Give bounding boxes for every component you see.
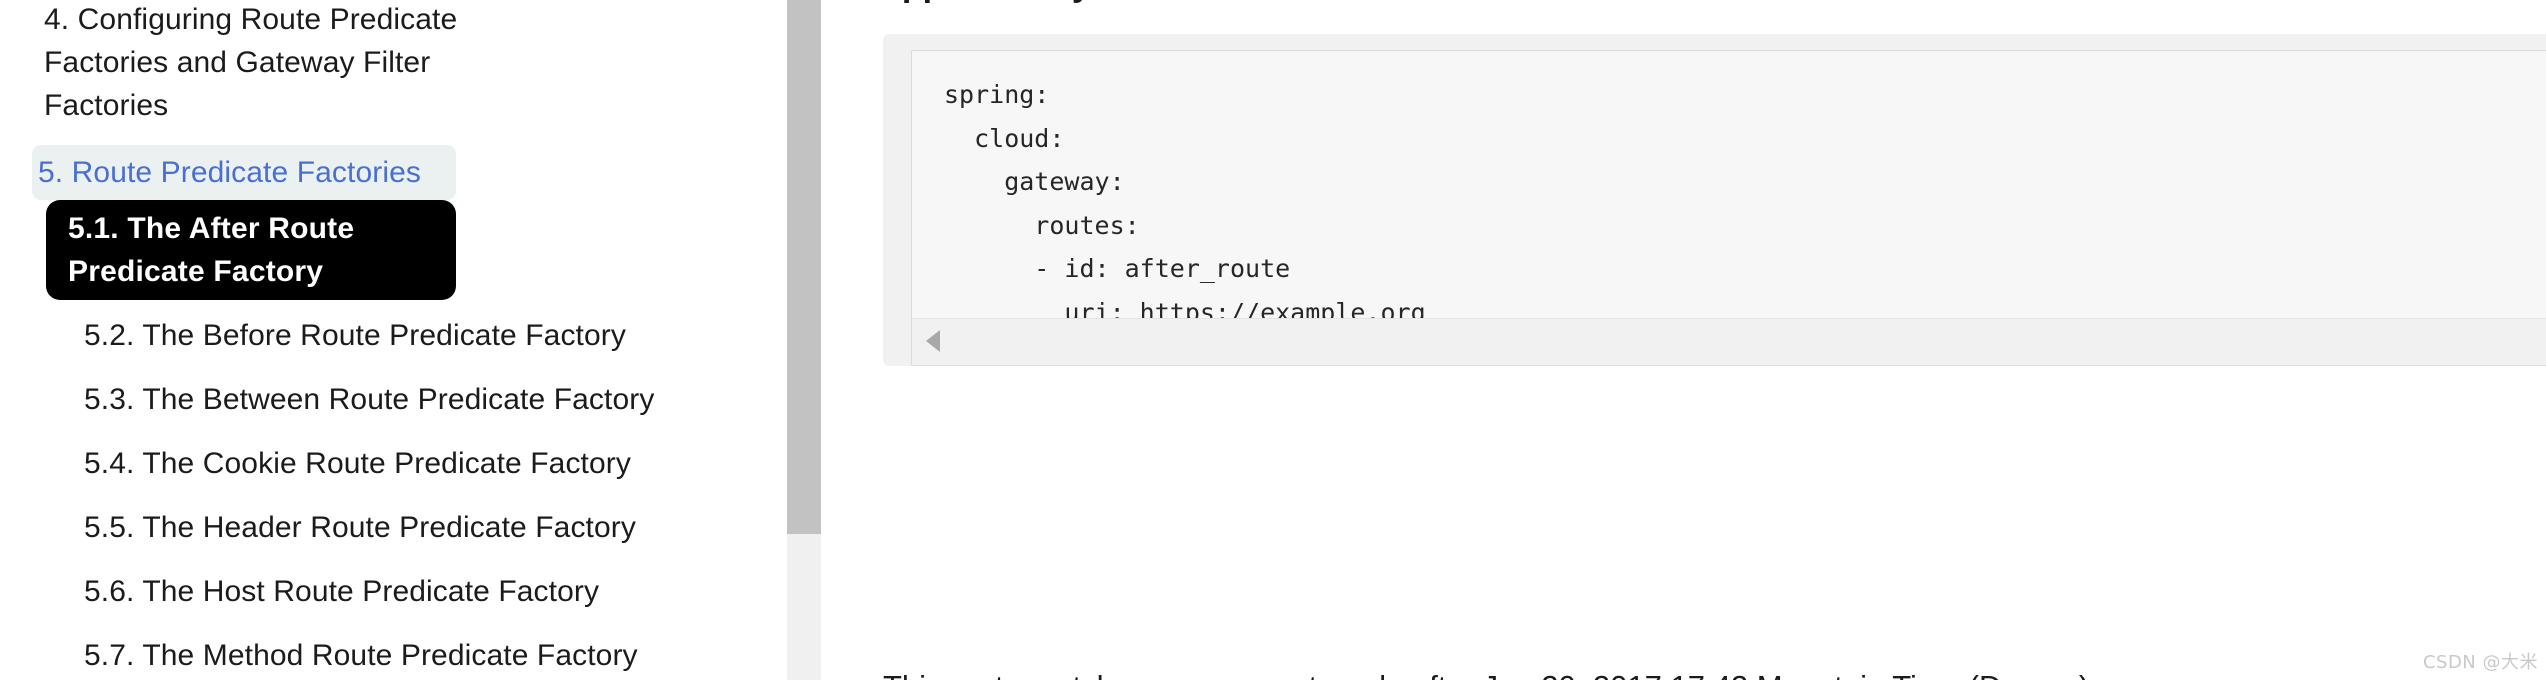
csdn-watermark: CSDN @大米 bbox=[2422, 652, 2538, 673]
toc-list: 4. Configuring Route Predicate Factories… bbox=[0, 0, 786, 680]
code-line: routes: bbox=[944, 210, 1140, 240]
code-horizontal-scrollbar[interactable] bbox=[912, 318, 2546, 366]
sidebar-item-between-route-predicate-factory[interactable]: 5.3. The Between Route Predicate Factory bbox=[62, 371, 776, 428]
toc-gap bbox=[0, 556, 786, 563]
vertical-scrollbar-thumb[interactable] bbox=[787, 0, 821, 534]
toc-gap bbox=[0, 428, 786, 435]
toc-gap bbox=[0, 133, 786, 145]
section-heading: application.yml bbox=[883, 0, 1131, 5]
sidebar-item-host-route-predicate-factory[interactable]: 5.6. The Host Route Predicate Factory bbox=[62, 563, 776, 620]
code-listing-panel: spring: cloud: gateway: routes: - id: af… bbox=[883, 34, 2546, 366]
documentation-page: 4. Configuring Route Predicate Factories… bbox=[0, 0, 2546, 680]
code-line: cloud: bbox=[944, 123, 1065, 153]
sidebar-toc: 4. Configuring Route Predicate Factories… bbox=[0, 0, 786, 680]
toc-gap bbox=[0, 620, 786, 627]
sidebar-item-method-route-predicate-factory[interactable]: 5.7. The Method Route Predicate Factory bbox=[62, 627, 776, 680]
code-line: gateway: bbox=[944, 167, 1125, 196]
toc-gap bbox=[0, 300, 786, 307]
sidebar-item-cookie-route-predicate-factory[interactable]: 5.4. The Cookie Route Predicate Factory bbox=[62, 435, 776, 492]
sidebar-item-configuring-route-predicate-factories[interactable]: 4. Configuring Route Predicate Factories… bbox=[0, 0, 776, 133]
code-line: - id: after_route bbox=[944, 254, 1291, 283]
toc-gap bbox=[0, 492, 786, 499]
code-scroll-area[interactable]: spring: cloud: gateway: routes: - id: af… bbox=[912, 51, 2546, 366]
explanatory-paragraph: This route matches any request made afte… bbox=[883, 667, 2098, 680]
triangle-left-icon[interactable] bbox=[926, 330, 940, 352]
sidebar-item-before-route-predicate-factory[interactable]: 5.2. The Before Route Predicate Factory bbox=[62, 307, 776, 364]
main-content: application.yml spring: cloud: gateway: … bbox=[821, 0, 2546, 680]
sidebar-item-route-predicate-factories[interactable]: 5. Route Predicate Factories bbox=[32, 145, 456, 200]
sidebar-item-after-route-predicate-factory[interactable]: 5.1. The After Route Predicate Factory bbox=[46, 200, 456, 300]
toc-gap bbox=[0, 364, 786, 371]
vertical-scrollbar[interactable] bbox=[786, 0, 821, 680]
code-line: spring: bbox=[944, 80, 1050, 109]
sidebar-item-header-route-predicate-factory[interactable]: 5.5. The Header Route Predicate Factory bbox=[62, 499, 776, 556]
code-surface: spring: cloud: gateway: routes: - id: af… bbox=[911, 50, 2546, 366]
